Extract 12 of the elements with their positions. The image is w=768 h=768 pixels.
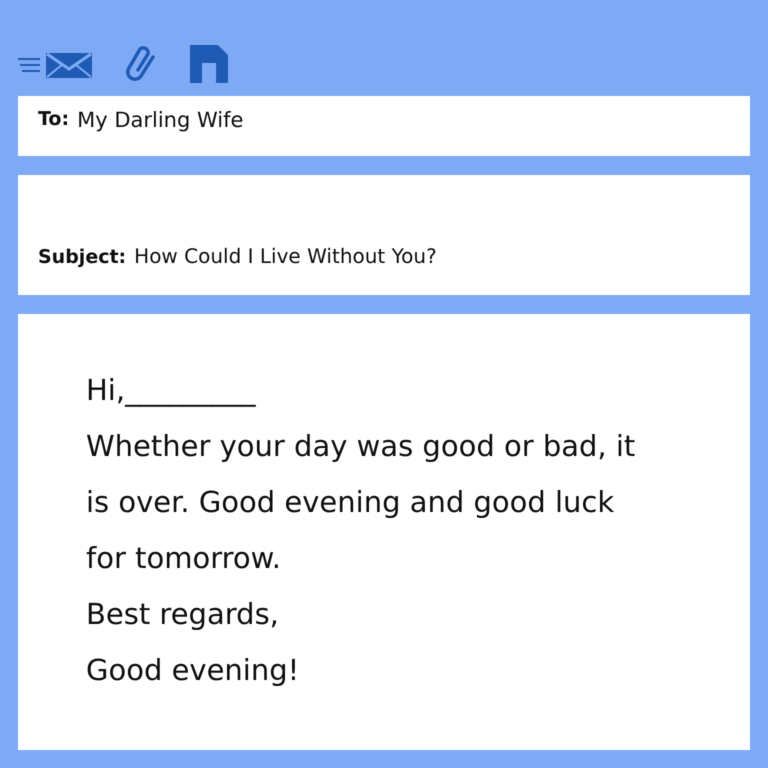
subject-label: Subject: (38, 246, 126, 268)
save-icon[interactable] (190, 45, 228, 83)
message-text: Good evening! (86, 652, 300, 689)
message-text: Hi,_________ (86, 372, 257, 409)
message-text: Whether your day was good or bad, it is over. Good evening and good luck for tomorrow. (86, 428, 636, 577)
subject-field[interactable]: How Could I Live Without You? (134, 244, 437, 268)
send-mail-icon[interactable] (18, 50, 92, 78)
message-text: Best regards, (86, 596, 280, 633)
to-label: To: (38, 108, 70, 130)
to-field[interactable]: My Darling Wife (77, 108, 244, 132)
paperclip-icon[interactable] (124, 46, 158, 82)
message-body[interactable]: Hi,_________ Whether your day was good or bad, it is over. Good evening and good luck for tomorrow. Best regards, Good evening! (18, 314, 750, 750)
